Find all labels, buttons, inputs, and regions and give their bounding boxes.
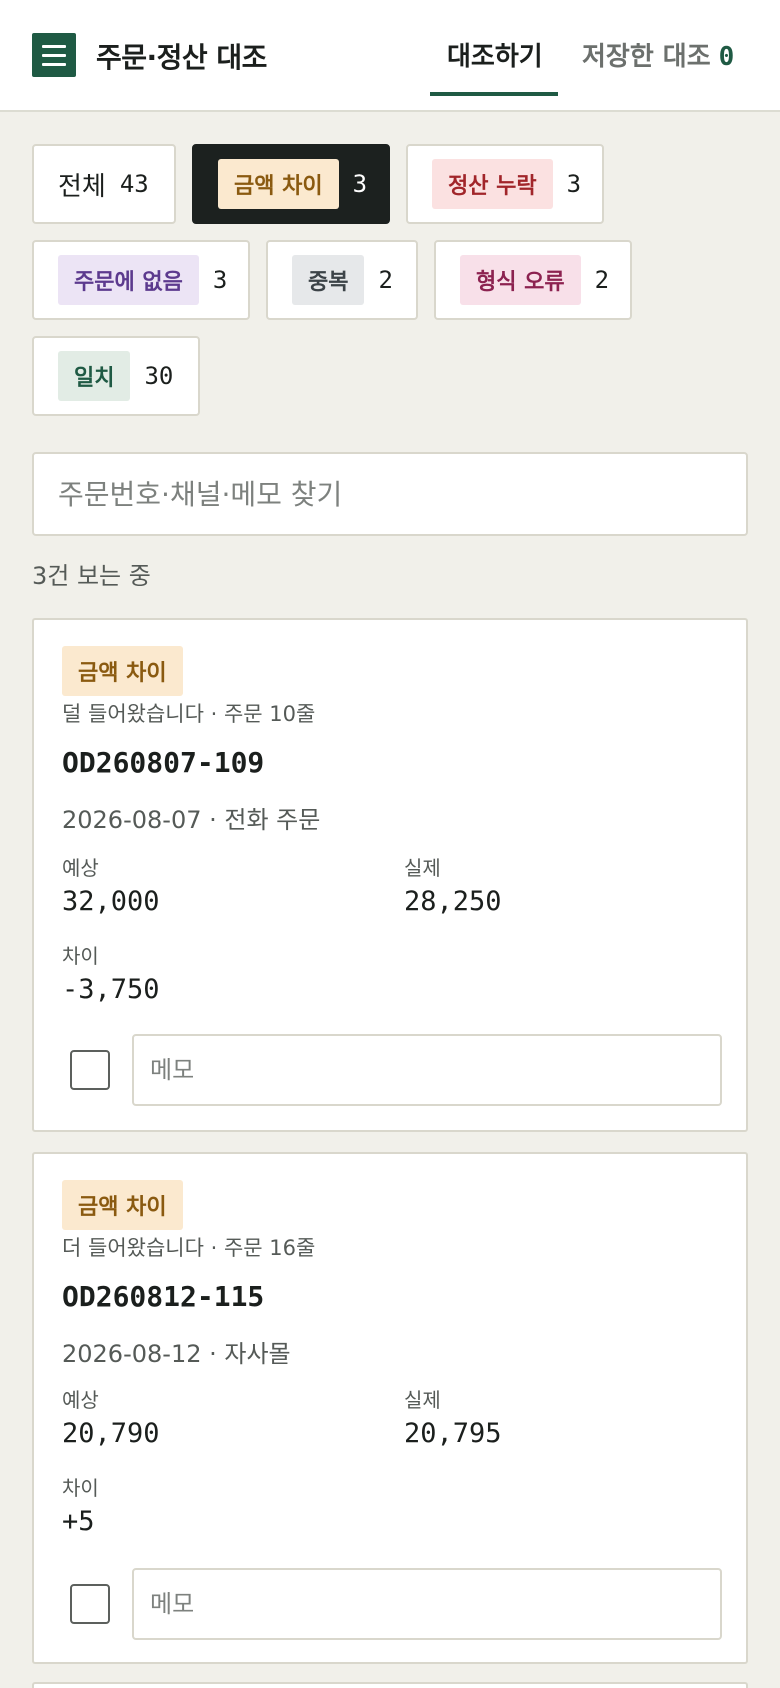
filter-chip-count: 30	[144, 362, 174, 390]
filter-chip-label: 전체	[58, 171, 106, 202]
diff-label: 차이	[62, 1476, 99, 1500]
order-number: OD260807-109	[62, 746, 265, 779]
filter-chip-label: 중복	[292, 255, 365, 305]
actual-value: 28,250	[404, 886, 502, 917]
tab-saved[interactable]: 저장한 대조 0	[582, 36, 734, 96]
reconcile-card-partial	[32, 1682, 748, 1688]
menu-bar	[42, 53, 66, 57]
tab-saved-label: 저장한 대조	[582, 42, 711, 72]
expected-label: 예상	[62, 856, 99, 880]
expected-label: 예상	[62, 1388, 99, 1412]
menu-bar	[42, 44, 66, 48]
filter-chip-count: 2	[594, 266, 610, 294]
reconcile-card: 금액 차이 덜 들어왔습니다 · 주문 10줄 OD260807-109 202…	[32, 618, 748, 1132]
filter-chip-label: 금액 차이	[218, 159, 339, 209]
filter-chip-format-error[interactable]: 형식 오류 2	[434, 240, 632, 320]
filter-chip-label: 주문에 없음	[58, 255, 199, 305]
filter-chip-not-in-orders[interactable]: 주문에 없음 3	[32, 240, 250, 320]
order-meta: 2026-08-07 · 전화 주문	[62, 806, 321, 834]
app-title: 주문·정산 대조	[96, 41, 267, 74]
result-count: 3건 보는 중	[32, 562, 151, 590]
expected-value: 32,000	[62, 886, 160, 917]
filter-chip-amount-diff[interactable]: 금액 차이 3	[192, 144, 390, 224]
filter-chip-count: 43	[119, 170, 149, 198]
card-description: 덜 들어왔습니다 · 주문 10줄	[62, 702, 316, 726]
expected-value: 20,790	[62, 1418, 160, 1449]
filter-chip-all[interactable]: 전체 43	[32, 144, 176, 224]
tab-saved-count: 0	[718, 42, 735, 72]
order-meta: 2026-08-12 · 자사몰	[62, 1340, 291, 1368]
filter-chip-duplicate[interactable]: 중복 2	[266, 240, 418, 320]
reconcile-card: 금액 차이 더 들어왔습니다 · 주문 16줄 OD260812-115 202…	[32, 1152, 748, 1664]
filter-chip-match[interactable]: 일치 30	[32, 336, 200, 416]
search-input[interactable]	[32, 452, 748, 536]
app-header: 주문·정산 대조 대조하기 저장한 대조 0	[0, 0, 780, 112]
actual-label: 실제	[404, 1388, 441, 1412]
card-description: 더 들어왔습니다 · 주문 16줄	[62, 1236, 316, 1260]
diff-value: +5	[62, 1506, 95, 1537]
actual-value: 20,795	[404, 1418, 502, 1449]
actual-label: 실제	[404, 856, 441, 880]
status-badge: 금액 차이	[62, 1180, 183, 1230]
memo-input[interactable]	[132, 1034, 722, 1106]
memo-input[interactable]	[132, 1568, 722, 1640]
filter-chip-label: 형식 오류	[460, 255, 581, 305]
order-number: OD260812-115	[62, 1280, 265, 1313]
filter-chip-count: 2	[378, 266, 393, 294]
hamburger-menu-icon[interactable]	[32, 33, 76, 77]
resolve-checkbox[interactable]	[70, 1050, 110, 1090]
diff-value: -3,750	[62, 974, 160, 1005]
active-tab-indicator	[430, 92, 558, 96]
filter-chip-count: 3	[352, 170, 368, 198]
menu-bar	[42, 62, 66, 66]
resolve-checkbox[interactable]	[70, 1584, 110, 1624]
filter-chip-label: 일치	[58, 351, 131, 401]
status-badge: 금액 차이	[62, 646, 183, 696]
filter-chip-count: 3	[212, 266, 228, 294]
diff-label: 차이	[62, 944, 99, 968]
tab-reconcile[interactable]: 대조하기	[447, 36, 543, 96]
filter-chip-settlement-missing[interactable]: 정산 누락 3	[406, 144, 604, 224]
filter-chip-label: 정산 누락	[432, 159, 553, 209]
filter-chip-count: 3	[566, 170, 582, 198]
